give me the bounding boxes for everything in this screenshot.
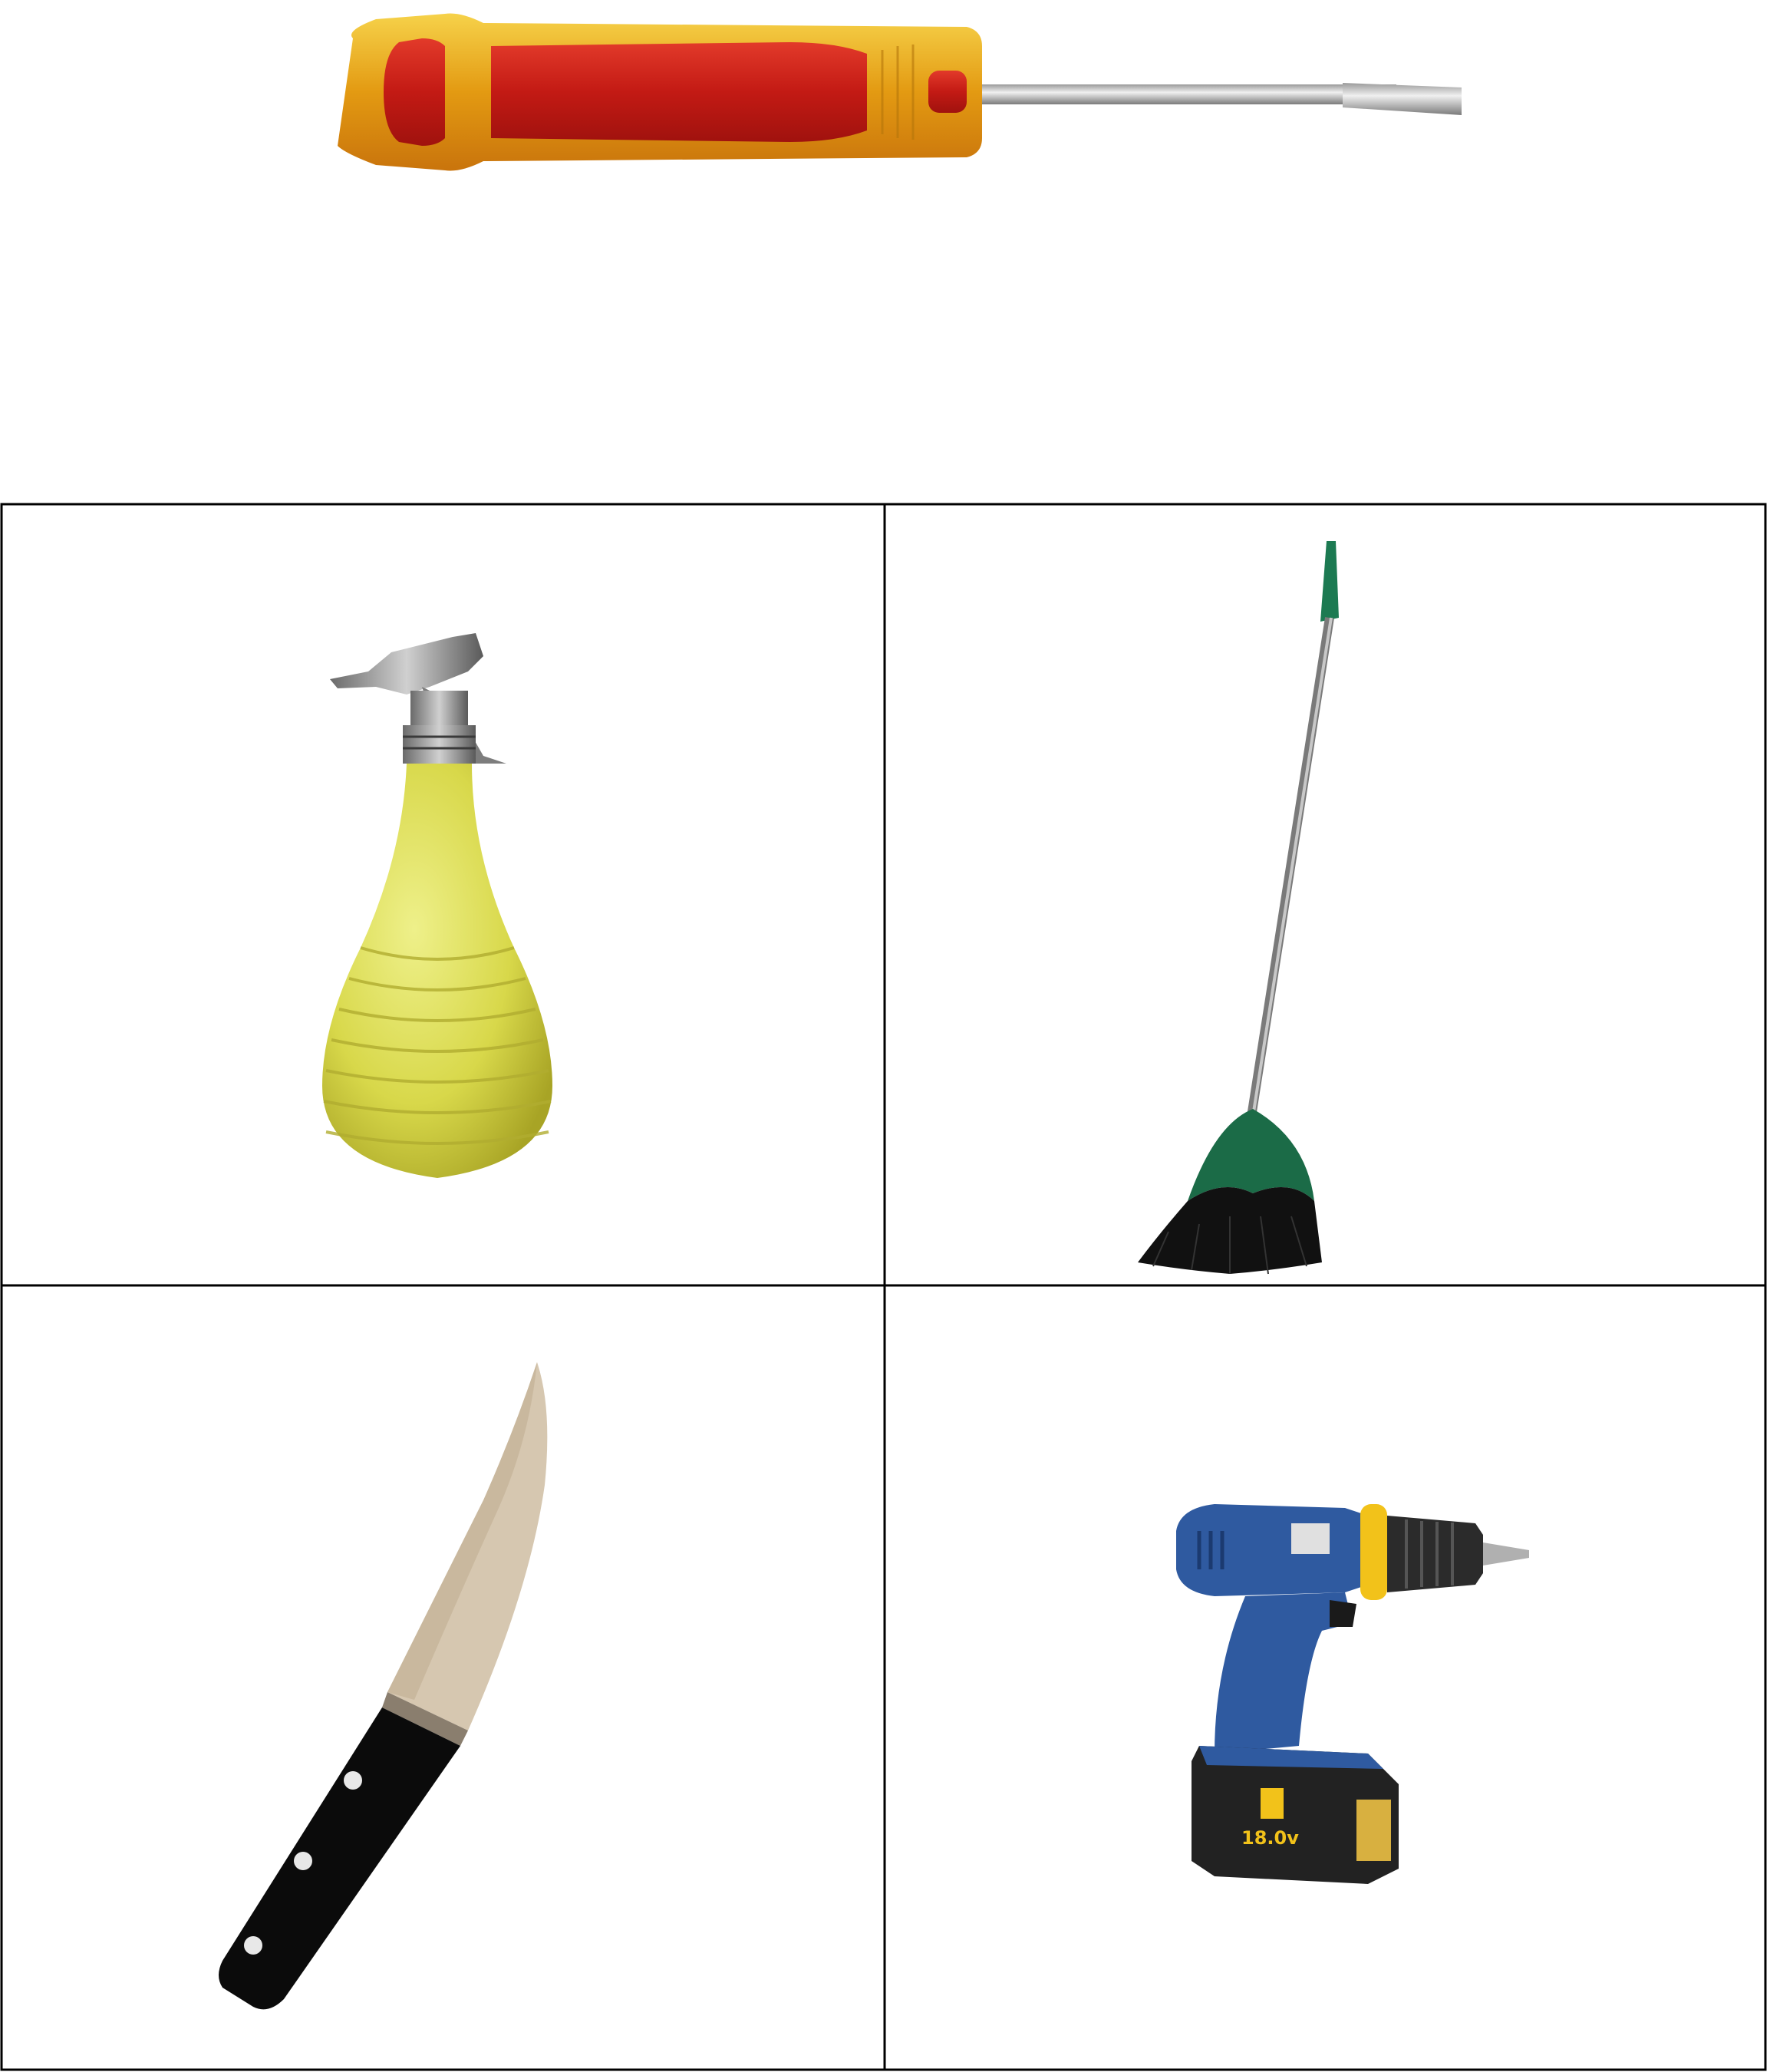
- option-cell-spray-bottle[interactable]: [0, 503, 885, 1285]
- prompt-image-screwdriver: [330, 8, 1465, 184]
- cordless-drill-icon: 18.0v: [1176, 1504, 1529, 1884]
- screwdriver-icon: [338, 13, 1462, 171]
- spray-bottle-icon: [322, 633, 552, 1178]
- options-grid: 18.0v: [0, 503, 1770, 2072]
- broom-icon: [1138, 541, 1339, 1275]
- option-cell-cordless-drill[interactable]: 18.0v: [885, 1285, 1767, 2070]
- battery-voltage-label: 18.0v: [1241, 1827, 1299, 1849]
- option-cell-broom[interactable]: [885, 503, 1767, 1285]
- option-cell-kitchen-knife[interactable]: [0, 1285, 885, 2070]
- kitchen-knife-icon: [219, 1362, 548, 2010]
